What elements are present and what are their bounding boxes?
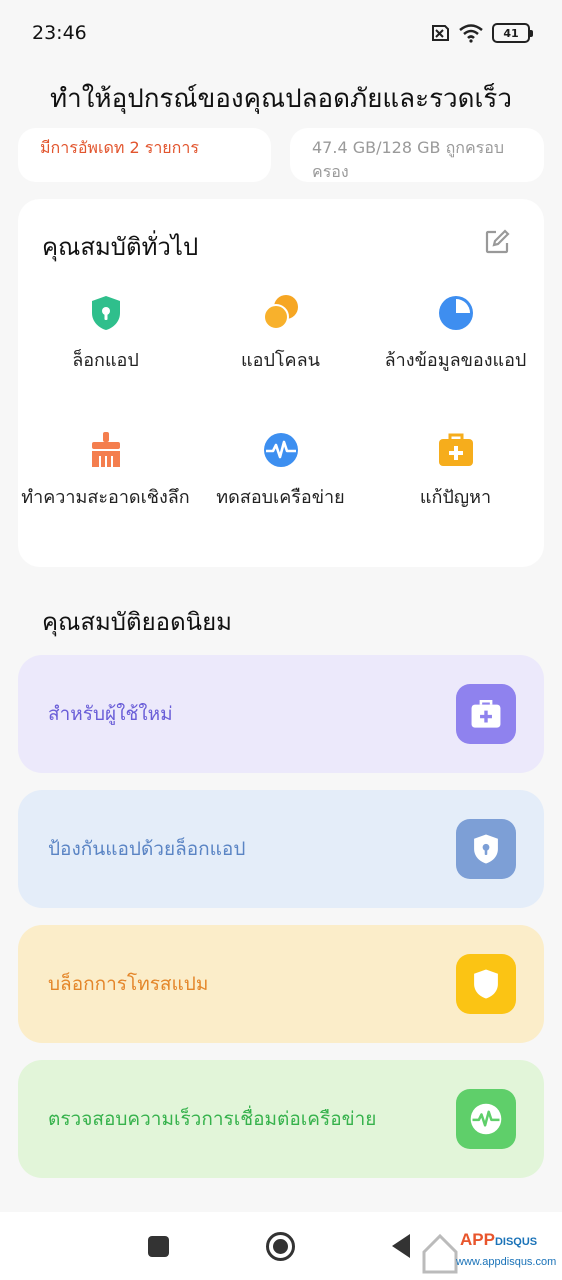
first-aid-icon bbox=[471, 699, 501, 728]
feature-clear-data[interactable]: ล้างข้อมูลของแอป bbox=[368, 293, 543, 374]
general-section-title: คุณสมบัติทั่วไป bbox=[42, 233, 199, 261]
status-icons: 41 bbox=[428, 23, 533, 43]
watermark-url: www.appdisqus.com bbox=[456, 1256, 557, 1268]
battery-level: 41 bbox=[503, 26, 519, 40]
first-aid-icon bbox=[438, 433, 473, 466]
shield-lock-icon bbox=[91, 296, 120, 330]
banner-label: ป้องกันแอปด้วยล็อกแอป bbox=[48, 838, 246, 860]
home-button[interactable] bbox=[266, 1232, 295, 1261]
feature-label: แก้ปัญหา bbox=[419, 487, 492, 508]
clone-circles-icon bbox=[262, 295, 298, 330]
page-title: ทำให้อุปกรณ์ของคุณปลอดภัยและรวดเร็ว bbox=[50, 84, 512, 114]
watermark-logo: APPDISQUS www.appdisqus.com bbox=[420, 1228, 560, 1278]
banner-network-speed[interactable]: ตรวจสอบความเร็วการเชื่อมต่อเครือข่าย bbox=[18, 1060, 544, 1178]
watermark-brand-b: DISQUS bbox=[494, 1236, 538, 1248]
no-sim-icon bbox=[432, 25, 449, 41]
feature-label: แอปโคลน bbox=[241, 350, 320, 371]
banner-label: สำหรับผู้ใช้ใหม่ bbox=[48, 703, 173, 725]
banner-badge bbox=[456, 1089, 516, 1149]
shield-lock-icon bbox=[474, 834, 498, 864]
watermark-brand: APPDISQUS bbox=[460, 1230, 537, 1250]
feature-troubleshoot[interactable]: แก้ปัญหา bbox=[368, 430, 543, 511]
feature-label: ล้างข้อมูลของแอป bbox=[384, 350, 527, 371]
network-pulse-icon bbox=[470, 1103, 502, 1135]
feature-label: ทำความสะอาดเชิงลึก bbox=[21, 487, 190, 508]
banner-new-users[interactable]: สำหรับผู้ใช้ใหม่ bbox=[18, 655, 544, 773]
shield-icon bbox=[474, 969, 498, 999]
feature-network-test[interactable]: ทดสอบเครือข่าย bbox=[193, 430, 368, 511]
general-features-card: คุณสมบัติทั่วไป ล็อกแอป แอปโคลน ล้างข้อม… bbox=[18, 199, 544, 567]
storage-card[interactable]: 47.4 GB/128 GB ถูกครอบครอง bbox=[290, 128, 544, 182]
storage-text: 47.4 GB/128 GB ถูกครอบครอง bbox=[312, 138, 504, 181]
banner-badge bbox=[456, 819, 516, 879]
banner-app-lock[interactable]: ป้องกันแอปด้วยล็อกแอป bbox=[18, 790, 544, 908]
broom-icon bbox=[91, 432, 120, 467]
banner-badge bbox=[456, 954, 516, 1014]
popular-section-title: คุณสมบัติยอดนิยม bbox=[42, 608, 232, 636]
watermark-brand-a: APP bbox=[460, 1230, 495, 1249]
feature-label: ล็อกแอป bbox=[72, 350, 139, 371]
pie-chart-icon bbox=[438, 296, 473, 330]
network-pulse-icon bbox=[263, 433, 298, 467]
back-button[interactable] bbox=[392, 1234, 410, 1258]
feature-dual-apps[interactable]: แอปโคลน bbox=[193, 293, 368, 374]
status-bar: 23:46 41 bbox=[0, 0, 562, 66]
banner-label: ตรวจสอบความเร็วการเชื่อมต่อเครือข่าย bbox=[48, 1108, 377, 1130]
status-time: 23:46 bbox=[32, 22, 87, 44]
recents-button[interactable] bbox=[148, 1236, 169, 1257]
banner-label: บล็อกการโทรสแปม bbox=[48, 973, 209, 995]
feature-label: ทดสอบเครือข่าย bbox=[216, 487, 345, 508]
feature-app-lock[interactable]: ล็อกแอป bbox=[18, 293, 193, 374]
edit-icon[interactable] bbox=[484, 229, 510, 255]
updates-card[interactable]: มีการอัพเดท 2 รายการ bbox=[18, 128, 271, 182]
house-logo-icon bbox=[422, 1233, 458, 1274]
banner-block-spam[interactable]: บล็อกการโทรสแปม bbox=[18, 925, 544, 1043]
updates-text: มีการอัพเดท 2 รายการ bbox=[40, 138, 199, 157]
battery-indicator: 41 bbox=[492, 23, 533, 43]
feature-deep-clean[interactable]: ทำความสะอาดเชิงลึก bbox=[18, 430, 193, 511]
wifi-icon bbox=[459, 24, 483, 43]
banner-badge bbox=[456, 684, 516, 744]
